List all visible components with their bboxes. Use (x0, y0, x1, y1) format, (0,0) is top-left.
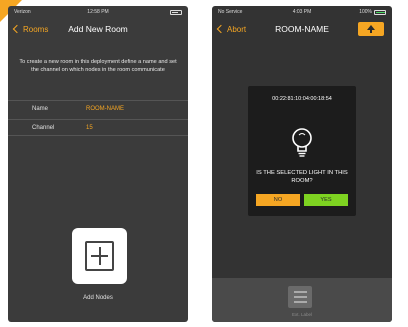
status-bar: No Service 4:03 PM 100% (212, 6, 392, 18)
room-node-confirm-screen: No Service 4:03 PM 100% Abort ROOM-NAME … (212, 6, 392, 322)
navigation-bar: Rooms Add New Room (8, 18, 188, 40)
toolbar-label: Ext. Label (291, 312, 312, 317)
yes-button[interactable]: YES (304, 194, 348, 206)
page-title: Add New Room (68, 24, 128, 34)
list-icon[interactable] (288, 286, 312, 308)
intro-text: To create a new room in this deployment … (19, 59, 177, 73)
add-room-screen: Verizon 12:58 PM Rooms Add New Room To c… (8, 6, 188, 322)
channel-label: Channel (32, 125, 55, 131)
light-bulb-icon (292, 128, 312, 157)
name-field[interactable]: ROOM-NAME (86, 106, 124, 112)
status-bar: Verizon 12:58 PM (8, 6, 188, 18)
battery-icon (374, 9, 386, 15)
plus-square-icon (85, 241, 114, 271)
name-row[interactable]: Name ROOM-NAME (8, 100, 188, 117)
add-nodes-label: Add Nodes (83, 295, 113, 301)
time-label: 12:58 PM (87, 9, 109, 15)
node-id-label: 00:22:81:10:04:00:18:54 (272, 96, 332, 102)
confirm-light-dialog: 00:22:81:10:04:00:18:54 IS THE SELECTED … (248, 86, 356, 216)
add-nodes-button[interactable] (72, 228, 127, 284)
channel-field[interactable]: 15 (86, 125, 93, 131)
no-button[interactable]: NO (256, 194, 300, 206)
battery-icon (170, 9, 182, 15)
confirm-question: IS THE SELECTED LIGHT IN THIS ROOM? (256, 170, 348, 184)
time-label: 4:03 PM (292, 9, 312, 15)
channel-row[interactable]: Channel 15 (8, 119, 188, 136)
identify-light-button[interactable] (358, 22, 384, 36)
lamp-icon (367, 25, 375, 33)
bottom-toolbar: Ext. Label (212, 278, 392, 322)
name-label: Name (32, 106, 49, 112)
